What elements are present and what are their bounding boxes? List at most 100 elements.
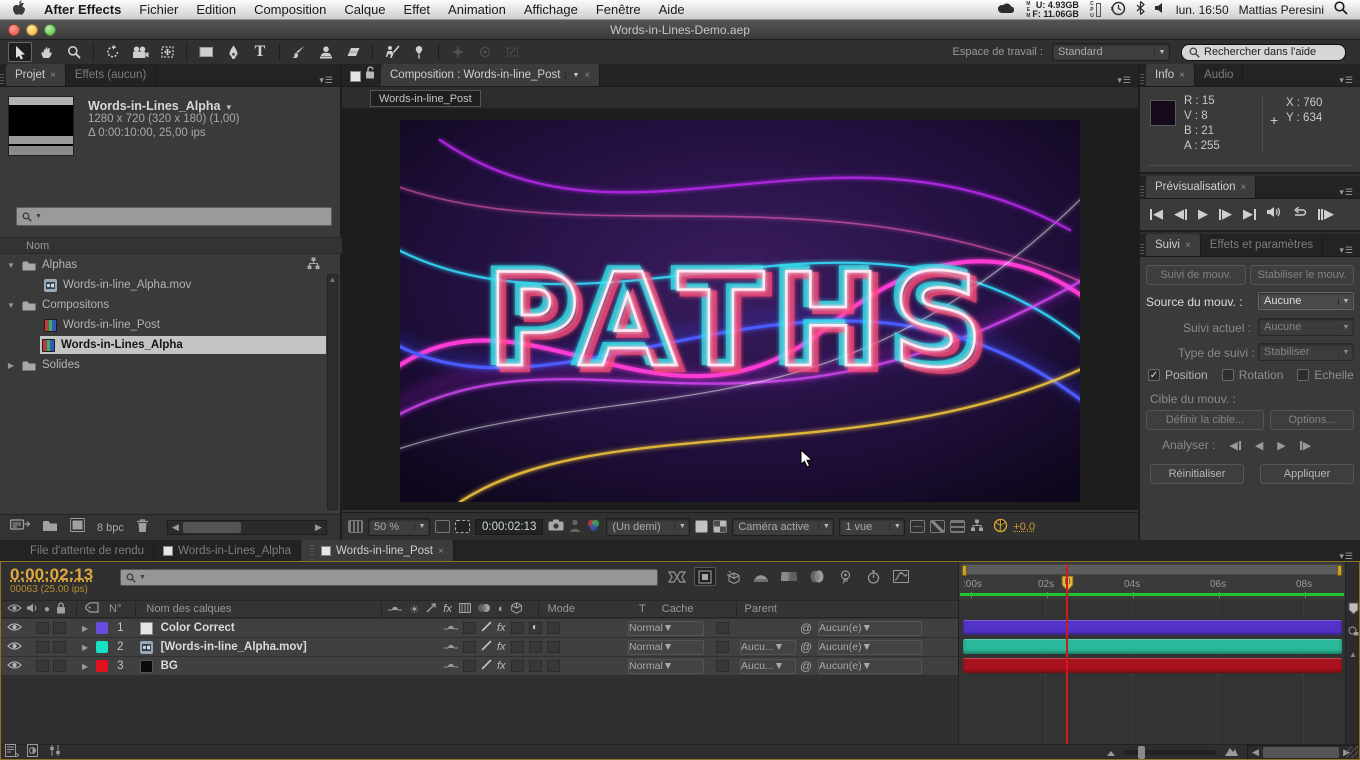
quality-toggle[interactable] bbox=[481, 621, 492, 635]
apply-button[interactable]: Appliquer bbox=[1260, 464, 1354, 484]
frame-blend-toggle[interactable] bbox=[511, 622, 524, 634]
camera-tool[interactable] bbox=[128, 42, 152, 62]
chevron-down-icon[interactable]: ▼ bbox=[565, 72, 579, 79]
blend-mode-dropdown[interactable]: Normal▼ bbox=[628, 621, 704, 636]
track-type-dropdown[interactable]: Stabiliser ▼ bbox=[1258, 343, 1354, 361]
zoom-tool[interactable] bbox=[62, 42, 86, 62]
comp-marker-well-icon[interactable] bbox=[1348, 602, 1359, 615]
twirl-icon[interactable]: ▶ bbox=[82, 662, 88, 671]
apple-icon[interactable] bbox=[12, 0, 26, 19]
panel-grip[interactable] bbox=[1140, 74, 1144, 86]
layer-name[interactable]: BG bbox=[161, 660, 178, 672]
graph-editor-toggle[interactable] bbox=[890, 567, 912, 586]
time-machine-icon[interactable] bbox=[1111, 1, 1126, 19]
resolution-dropdown[interactable]: (Un demi) ▼ bbox=[606, 518, 690, 536]
snapshot-icon[interactable] bbox=[548, 519, 564, 534]
fx-toggle[interactable]: fx bbox=[497, 641, 506, 653]
spotlight-icon[interactable] bbox=[1334, 1, 1348, 18]
pixel-aspect-correction-icon[interactable] bbox=[910, 520, 925, 533]
help-search-input[interactable]: Rechercher dans l'aide bbox=[1181, 44, 1346, 61]
work-area-start-handle[interactable] bbox=[962, 565, 967, 576]
cloud-icon[interactable] bbox=[997, 3, 1015, 17]
adjustment-layer-toggle[interactable] bbox=[529, 660, 542, 672]
collapse-toggle[interactable] bbox=[463, 622, 476, 634]
stabilize-motion-button[interactable]: Stabiliser le mouv. bbox=[1250, 265, 1354, 285]
zoom-in-mountain-icon[interactable] bbox=[1224, 744, 1239, 760]
project-hscrollbar[interactable]: ◀ ▶ bbox=[167, 520, 327, 535]
analyze-backward-button[interactable]: ◀ bbox=[1255, 439, 1263, 452]
frame-counter[interactable]: 00063 (25.00 ips) bbox=[10, 584, 88, 595]
shy-toggle[interactable] bbox=[444, 660, 458, 672]
layer-name[interactable]: [Words-in-line_Alpha.mov] bbox=[161, 641, 307, 653]
view-layout-dropdown[interactable]: 1 vue ▼ bbox=[839, 518, 905, 536]
always-preview-icon[interactable] bbox=[348, 520, 363, 533]
scroll-left-icon[interactable]: ◀ bbox=[168, 522, 183, 533]
tree-item-folder-solides[interactable]: ▶ Solides bbox=[0, 355, 342, 375]
fast-previews-icon[interactable] bbox=[930, 520, 945, 533]
work-area-end-handle[interactable] bbox=[1337, 565, 1342, 576]
composition-viewer[interactable]: PATHS PATHS PATHS bbox=[342, 109, 1138, 510]
transparency-grid-icon[interactable] bbox=[713, 520, 727, 533]
panel-grip[interactable] bbox=[0, 74, 4, 86]
tab-render-queue[interactable]: File d'attente de rendu bbox=[0, 540, 154, 562]
project-scrollbar[interactable]: ▲ bbox=[327, 274, 338, 510]
options-button[interactable]: Options... bbox=[1270, 410, 1354, 430]
position-checkbox[interactable]: ✓ bbox=[1148, 369, 1160, 381]
loop-button[interactable] bbox=[1292, 205, 1307, 223]
panel-menu-icon[interactable]: ▾☰ bbox=[1333, 187, 1360, 198]
tab-effets[interactable]: Effets (aucun) bbox=[66, 64, 156, 86]
tab-suivi[interactable]: Suivi × bbox=[1146, 234, 1201, 256]
tab-projet[interactable]: Projet × bbox=[6, 64, 66, 86]
analyze-forward-1-button[interactable]: ▶ bbox=[1300, 439, 1311, 452]
toggle-transparency-icon[interactable] bbox=[695, 520, 708, 533]
last-frame-button[interactable]: ▶ bbox=[1243, 206, 1256, 222]
work-area-bar[interactable] bbox=[961, 564, 1343, 575]
comp-button-icon[interactable] bbox=[1348, 626, 1359, 637]
menu-fichier[interactable]: Fichier bbox=[139, 2, 178, 17]
frame-blend-column-icon[interactable] bbox=[459, 603, 471, 616]
close-tab-icon[interactable]: × bbox=[438, 546, 444, 557]
audio-toggle[interactable] bbox=[36, 641, 49, 653]
ram-preview-button[interactable]: ▶ bbox=[1318, 206, 1334, 222]
parent-column-label[interactable]: Parent bbox=[745, 603, 777, 615]
shy-toggle[interactable] bbox=[444, 641, 458, 653]
tree-item-footage-mov[interactable]: Words-in-line_Alpha.mov bbox=[0, 275, 342, 295]
solo-toggle[interactable] bbox=[53, 641, 66, 653]
edit-target-button[interactable]: Définir la cible... bbox=[1146, 410, 1264, 430]
analyze-forward-button[interactable]: ▶ bbox=[1277, 439, 1285, 452]
eye-toggle[interactable] bbox=[7, 622, 22, 635]
twirl-icon[interactable]: ▶ bbox=[82, 624, 88, 633]
close-tab-icon[interactable]: × bbox=[1185, 240, 1191, 251]
selected-item-name[interactable]: Words-in-Lines_Alpha bbox=[88, 99, 220, 113]
twirl-closed-icon[interactable]: ▶ bbox=[6, 361, 16, 370]
layer-bar-2[interactable] bbox=[963, 639, 1342, 654]
parent-dropdown[interactable]: Aucun(e)▼ bbox=[818, 640, 922, 655]
audio-toggle[interactable] bbox=[36, 660, 49, 672]
volume-icon[interactable] bbox=[1155, 2, 1166, 17]
lock-column-icon[interactable] bbox=[56, 602, 66, 617]
tab-audio[interactable]: Audio bbox=[1195, 64, 1243, 86]
analyze-backward-1-button[interactable]: ◀ bbox=[1229, 439, 1240, 452]
menu-aide[interactable]: Aide bbox=[659, 2, 685, 17]
draft-3d-toggle[interactable] bbox=[722, 567, 744, 586]
tree-item-folder-alphas[interactable]: ▼ Alphas bbox=[0, 255, 342, 275]
t-column-label[interactable]: T bbox=[639, 603, 646, 615]
fx-column-icon[interactable]: fx bbox=[443, 603, 452, 615]
shy-column-icon[interactable] bbox=[388, 603, 402, 615]
tab-comp-post[interactable]: Words-in-line_Post × bbox=[301, 540, 454, 562]
bluetooth-icon[interactable] bbox=[1136, 1, 1145, 18]
zoom-out-mountain-icon[interactable] bbox=[1106, 744, 1116, 760]
exposure-icon[interactable] bbox=[993, 518, 1008, 536]
frame-blend-toggle[interactable] bbox=[511, 641, 524, 653]
menu-affichage[interactable]: Affichage bbox=[524, 2, 578, 17]
menubar-user[interactable]: Mattias Peresini bbox=[1239, 3, 1324, 17]
bit-depth-indicator[interactable]: 8 bpc bbox=[97, 522, 124, 534]
comp-breadcrumb-chip[interactable]: Words-in-line_Post bbox=[370, 90, 481, 107]
panel-menu-icon[interactable]: ▾☰ bbox=[1333, 245, 1360, 256]
scale-checkbox[interactable] bbox=[1297, 369, 1309, 381]
quality-column-icon[interactable] bbox=[426, 603, 436, 616]
eye-column-icon[interactable] bbox=[7, 603, 22, 616]
menu-calque[interactable]: Calque bbox=[344, 2, 385, 17]
audio-mute-button[interactable] bbox=[1267, 205, 1281, 223]
menu-edition[interactable]: Edition bbox=[196, 2, 236, 17]
